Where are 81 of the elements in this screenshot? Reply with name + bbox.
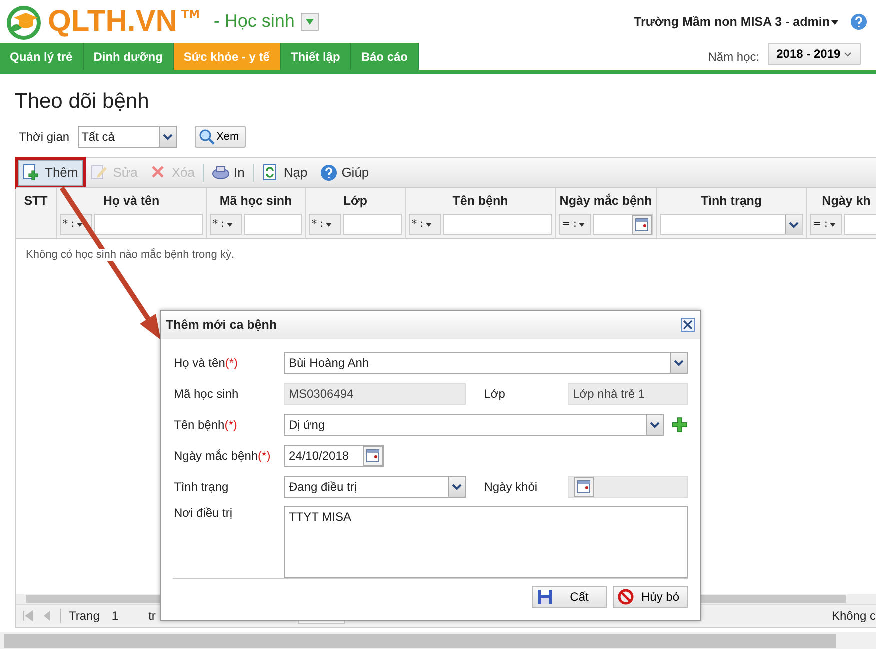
module-dropdown[interactable] — [300, 12, 319, 30]
page-number: 1 — [112, 609, 119, 623]
add-icon[interactable] — [672, 417, 688, 433]
caret-icon — [830, 222, 836, 228]
readonly-field: MS0306494 — [284, 383, 466, 405]
select-field[interactable]: Dị ứng — [284, 414, 664, 436]
filter-field[interactable] — [443, 214, 552, 235]
date-field[interactable] — [568, 476, 688, 498]
trademark-mark: TM — [181, 8, 200, 20]
calendar-icon[interactable] — [366, 449, 380, 463]
field-label: Tên bệnh(*) — [174, 418, 238, 432]
calendar-icon[interactable] — [577, 480, 592, 494]
graduation-cap-logo-icon — [4, 4, 44, 40]
caret-icon — [226, 222, 233, 228]
calendar-icon[interactable] — [635, 218, 649, 232]
logo-text: QLTH.VN — [48, 4, 178, 38]
column-header[interactable]: Ngày mắc bệnh — [559, 188, 653, 214]
filter-label: Thời gian — [19, 130, 70, 144]
field-label: Ngày khỏi — [483, 480, 539, 494]
operator-select[interactable]: = : — [810, 214, 842, 235]
year-label: Năm học: — [708, 50, 760, 64]
pager-text: tr — [148, 609, 156, 623]
cancel-button[interactable]: Hủy bỏ — [613, 586, 688, 608]
page-label: Trang — [69, 609, 100, 623]
caret-icon — [578, 222, 585, 228]
column-header[interactable]: STT — [19, 188, 53, 214]
page-title: Theo dõi bệnh — [15, 90, 150, 115]
toolbar-button[interactable]: Nạp — [258, 160, 312, 184]
printer-icon — [212, 164, 230, 182]
previous-page-icon[interactable] — [42, 610, 52, 622]
empty-message: Không có học sinh nào mắc bệnh trong kỳ. — [26, 249, 235, 261]
view-button[interactable]: Xem — [194, 126, 246, 148]
select-field[interactable]: Bùi Hoàng Anh — [284, 352, 688, 374]
field-label: Lớp — [483, 387, 506, 401]
dialog-title: Thêm mới ca bệnh — [166, 318, 277, 332]
text-area[interactable]: TTYT MISA — [284, 506, 688, 578]
filter-field[interactable] — [593, 214, 653, 235]
year-select[interactable]: 2018 - 2019 — [768, 43, 861, 65]
column-header[interactable]: Tên bệnh — [409, 188, 552, 214]
user-menu[interactable]: Trường Mầm non MISA 3 - admin — [634, 14, 830, 28]
save-button[interactable]: Cất — [532, 586, 607, 608]
search-icon — [198, 129, 215, 145]
column-header[interactable]: Mã học sinh — [210, 188, 302, 214]
edit-icon — [91, 164, 110, 182]
operator-select[interactable]: * : — [309, 214, 341, 235]
filter-field[interactable] — [844, 214, 876, 235]
page-scrollbar[interactable] — [0, 632, 876, 649]
field-label: Ngày mắc bệnh(*) — [174, 449, 272, 463]
column-header[interactable]: Ngày kh — [810, 188, 876, 214]
toolbar-button[interactable]: In — [208, 160, 249, 184]
column-header[interactable]: Họ và tên — [60, 188, 203, 214]
operator-select[interactable]: * : — [210, 214, 242, 235]
field-label: Họ và tên(*) — [174, 356, 240, 370]
column-header[interactable]: Tình trạng — [660, 188, 803, 214]
operator-select[interactable]: * : — [409, 214, 441, 235]
filter-field[interactable] — [94, 214, 203, 235]
caret-icon — [426, 222, 432, 228]
no-entry-icon — [618, 589, 634, 605]
operator-select[interactable]: = : — [559, 214, 591, 235]
add-document-icon — [23, 164, 41, 182]
toolbar-button[interactable]: Giúp — [316, 160, 374, 184]
record-summary: Không c — [832, 609, 876, 623]
field-label: Mã học sinh — [174, 387, 240, 401]
column-header[interactable]: Lớp — [309, 188, 402, 214]
module-label: - Học sinh — [214, 11, 295, 32]
readonly-field: Lớp nhà trẻ 1 — [568, 383, 688, 405]
time-select[interactable]: Tất cả — [78, 126, 177, 148]
help-icon[interactable] — [850, 12, 868, 30]
first-page-icon[interactable] — [22, 610, 34, 622]
close-icon — [683, 320, 693, 330]
select-field[interactable]: Đang điều trị — [284, 476, 466, 498]
filter-field[interactable] — [343, 214, 402, 235]
chevron-icon — [844, 50, 852, 58]
field-label: Nơi điều trị — [174, 506, 234, 520]
date-field[interactable]: 24/10/2018 — [284, 445, 384, 467]
close-button[interactable] — [681, 318, 695, 332]
filter-field[interactable] — [244, 214, 302, 235]
field-label: Tình trạng — [174, 480, 230, 494]
caret-icon — [326, 222, 332, 228]
help-icon — [320, 164, 338, 182]
caret-icon — [76, 222, 83, 228]
